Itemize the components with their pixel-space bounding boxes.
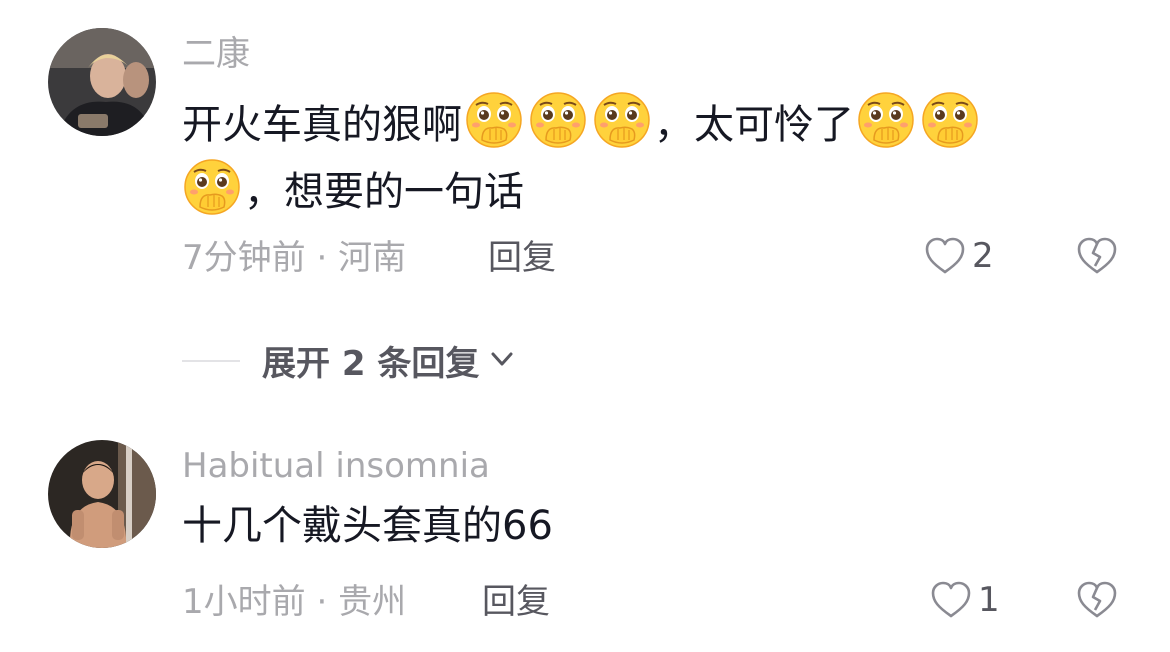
comment-meta: 7分钟前 · 河南 [182, 238, 406, 278]
comment-text: 十几个戴头套真的66 [182, 503, 553, 549]
like-button[interactable]: 1 [930, 580, 1000, 620]
like-count: 1 [978, 580, 1000, 620]
like-count: 2 [972, 236, 994, 276]
comment-time: 1小时前 [182, 582, 306, 622]
dislike-button[interactable] [1076, 236, 1118, 276]
avatar[interactable] [48, 28, 156, 136]
comment-username[interactable]: 二康 [182, 34, 250, 74]
comment-location: 河南 [338, 238, 407, 278]
hand-over-mouth-emoji [528, 90, 588, 150]
hand-over-mouth-emoji [592, 90, 652, 150]
comment-location: 贵州 [338, 582, 407, 622]
reply-button[interactable]: 回复 [482, 582, 550, 622]
comment-meta: 1小时前 · 贵州 [182, 582, 406, 622]
hand-over-mouth-emoji [464, 90, 524, 150]
comment-item: Habitual insomnia 十几个戴头套真的66 1小时前 · 贵州 回… [0, 420, 1170, 652]
divider-line [182, 359, 240, 362]
heart-icon [930, 580, 972, 620]
comment-text: 开火车真的狠啊 ，太可怜了 ，想要的一句话 [182, 90, 1082, 224]
meta-separator: · [316, 238, 328, 278]
dislike-button[interactable] [1076, 580, 1118, 620]
broken-heart-icon [1076, 580, 1118, 620]
reply-button[interactable]: 回复 [488, 238, 556, 278]
expand-replies-label: 展开 2 条回复 [262, 344, 480, 384]
comment-time: 7分钟前 [182, 238, 306, 278]
hand-over-mouth-emoji [182, 157, 242, 217]
comment-text-part: 开火车真的狠啊 [182, 102, 462, 148]
hand-over-mouth-emoji [920, 90, 980, 150]
comment-text-part: ，想要的一句话 [244, 169, 524, 215]
heart-icon [924, 236, 966, 276]
comment-item: 二康 开火车真的狠啊 ，太可怜了 ，想要的一句话 7分钟前 · 河南 回复 2 [0, 0, 1170, 300]
hand-over-mouth-emoji [856, 90, 916, 150]
chevron-down-icon [487, 344, 517, 378]
broken-heart-icon [1076, 236, 1118, 276]
comment-text-part: ，太可怜了 [654, 102, 854, 148]
meta-separator: · [316, 582, 328, 622]
avatar[interactable] [48, 440, 156, 548]
comment-username[interactable]: Habitual insomnia [182, 446, 490, 486]
expand-replies-button[interactable]: 展开 2 条回复 [182, 336, 517, 385]
like-button[interactable]: 2 [924, 236, 994, 276]
